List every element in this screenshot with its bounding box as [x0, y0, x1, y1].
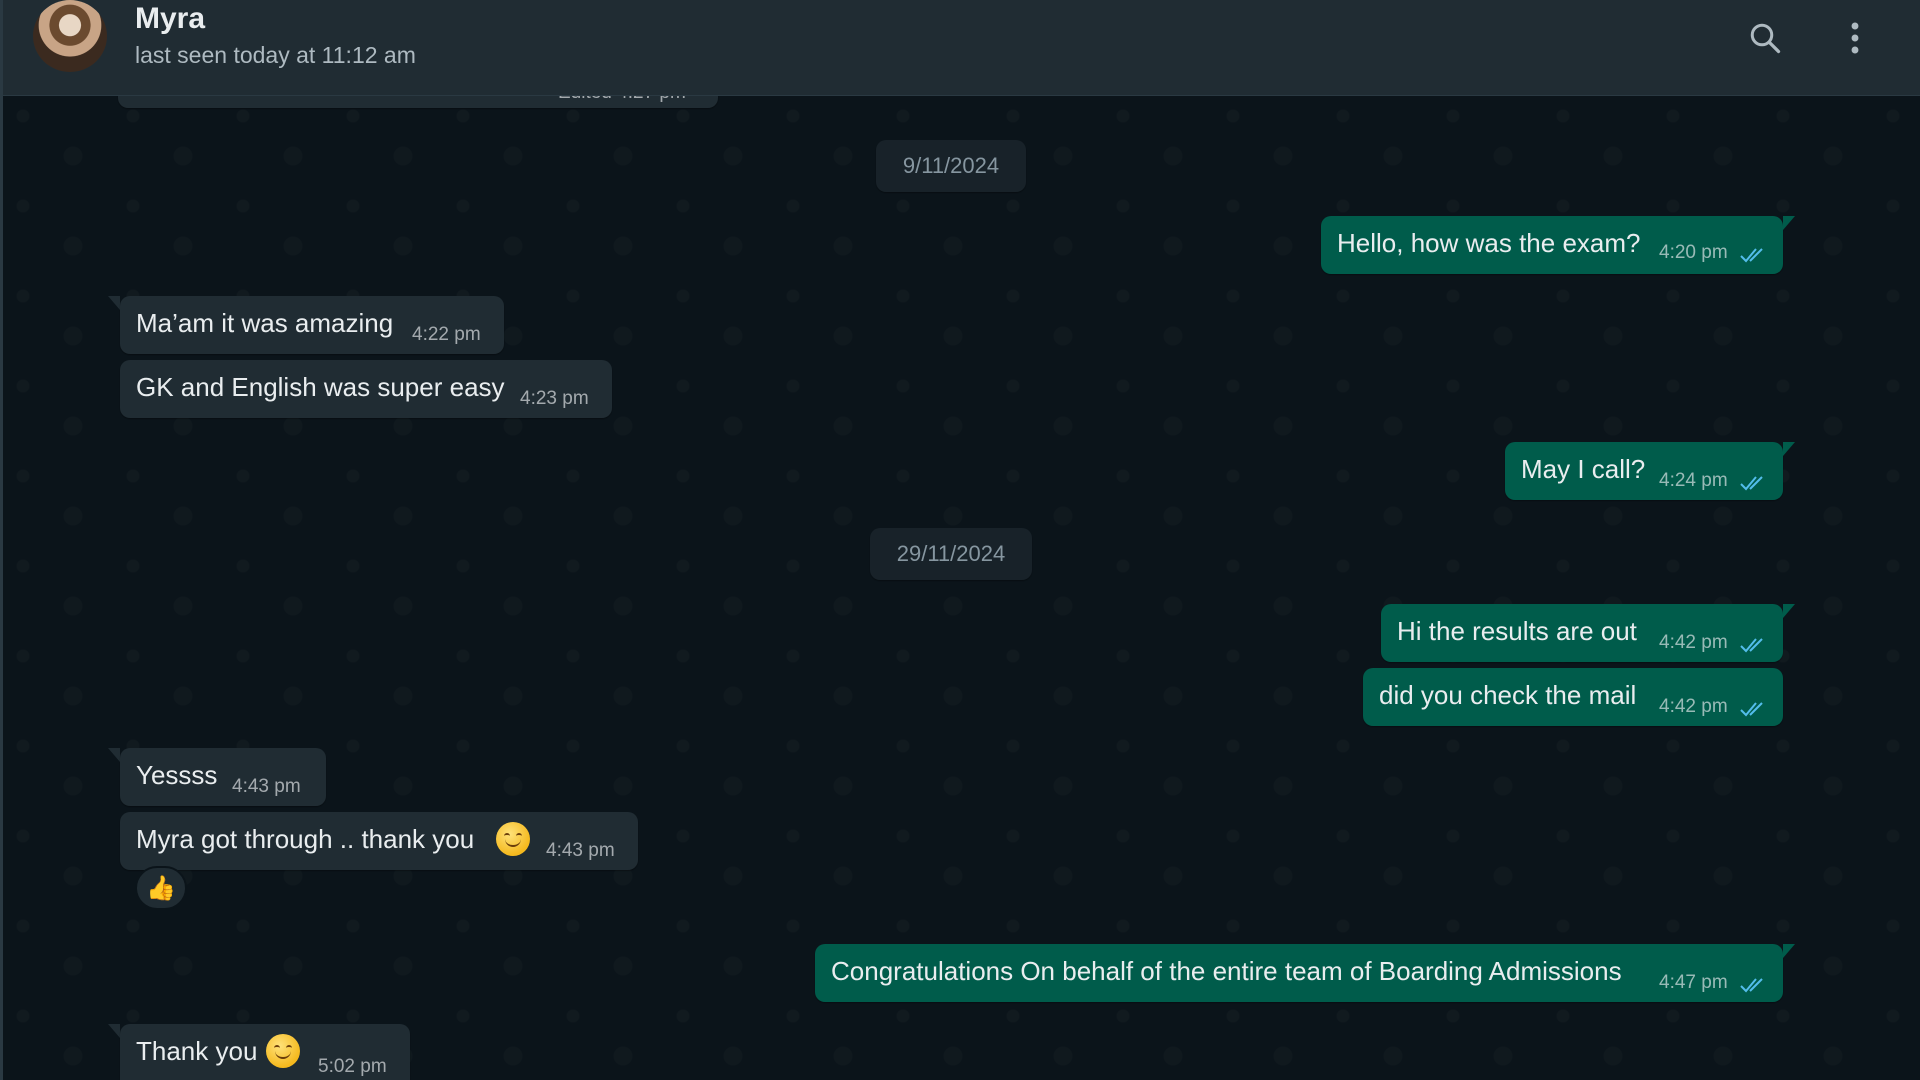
bubble-tail — [108, 748, 120, 762]
date-separator: 9/11/2024 — [876, 140, 1026, 192]
message-list[interactable]: Edited 4:27 pm 9/11/2024 Hello, how was … — [3, 96, 1920, 1080]
message-text: Hi the results are out — [1397, 616, 1637, 646]
incoming-message[interactable]: Myra got through .. thank you 4:43 pm — [120, 812, 638, 870]
message-time: 4:43 pm — [232, 776, 301, 797]
bubble-tail — [1783, 216, 1795, 230]
smiling-face-emoji-icon — [266, 1034, 300, 1068]
read-ticks-icon — [1739, 468, 1767, 499]
bubble-tail — [1783, 944, 1795, 958]
bubble-tail — [1783, 442, 1795, 456]
whatsapp-chat-window: Myra last seen today at 11:12 am Edited … — [0, 0, 1920, 1080]
bubble-tail — [108, 1024, 120, 1038]
thumbs-up-reaction-icon[interactable]: 👍 — [135, 866, 187, 910]
partial-message-bubble[interactable]: Edited 4:27 pm — [118, 96, 718, 108]
message-text: did you check the mail — [1379, 680, 1637, 710]
message-text: May I call? — [1521, 454, 1646, 484]
message-time: 4:43 pm — [546, 840, 615, 861]
outgoing-message[interactable]: did you check the mail 4:42 pm — [1363, 668, 1783, 726]
bubble-tail — [1783, 604, 1795, 618]
message-text: Myra got through .. thank you — [136, 824, 475, 854]
outgoing-message[interactable]: Hi the results are out 4:42 pm — [1381, 604, 1783, 662]
message-time: 5:02 pm — [318, 1056, 387, 1077]
message-time: 4:47 pm — [1659, 972, 1728, 993]
read-ticks-icon — [1739, 694, 1767, 725]
outgoing-message[interactable]: May I call? 4:24 pm — [1505, 442, 1783, 500]
message-time: 4:20 pm — [1659, 242, 1728, 263]
incoming-message[interactable]: Yessss 4:43 pm — [120, 748, 326, 806]
message-edited-time: Edited 4:27 pm — [558, 96, 686, 104]
message-text: Thank you — [136, 1036, 258, 1066]
incoming-message[interactable]: GK and English was super easy 4:23 pm — [120, 360, 612, 418]
read-ticks-icon — [1739, 970, 1767, 1001]
contact-name[interactable]: Myra — [135, 2, 205, 36]
message-time: 4:42 pm — [1659, 696, 1728, 717]
incoming-message[interactable]: Ma’am it was amazing 4:22 pm — [120, 296, 504, 354]
message-text: Congratulations On behalf of the entire … — [831, 956, 1622, 986]
message-text: Ma’am it was amazing — [136, 308, 394, 338]
outgoing-message[interactable]: Congratulations On behalf of the entire … — [815, 944, 1783, 1002]
message-time: 4:24 pm — [1659, 470, 1728, 491]
kebab-menu-icon[interactable] — [1833, 16, 1877, 60]
message-text: Hello, how was the exam? — [1337, 228, 1641, 258]
contact-avatar[interactable] — [33, 0, 107, 72]
message-time: 4:22 pm — [412, 324, 481, 345]
outgoing-message[interactable]: Hello, how was the exam? 4:20 pm — [1321, 216, 1783, 274]
smiling-face-emoji-icon — [496, 822, 530, 856]
incoming-message[interactable]: Thank you 5:02 pm — [120, 1024, 410, 1080]
date-separator: 29/11/2024 — [870, 528, 1032, 580]
search-icon[interactable] — [1743, 16, 1787, 60]
bubble-tail — [108, 296, 120, 310]
message-text: Yessss — [136, 760, 218, 790]
contact-last-seen: last seen today at 11:12 am — [135, 42, 416, 68]
read-ticks-icon — [1739, 240, 1767, 271]
message-text: GK and English was super easy — [136, 372, 505, 402]
message-time: 4:23 pm — [520, 388, 589, 409]
message-time: 4:42 pm — [1659, 632, 1728, 653]
chat-header[interactable]: Myra last seen today at 11:12 am — [3, 0, 1920, 96]
read-ticks-icon — [1739, 630, 1767, 661]
